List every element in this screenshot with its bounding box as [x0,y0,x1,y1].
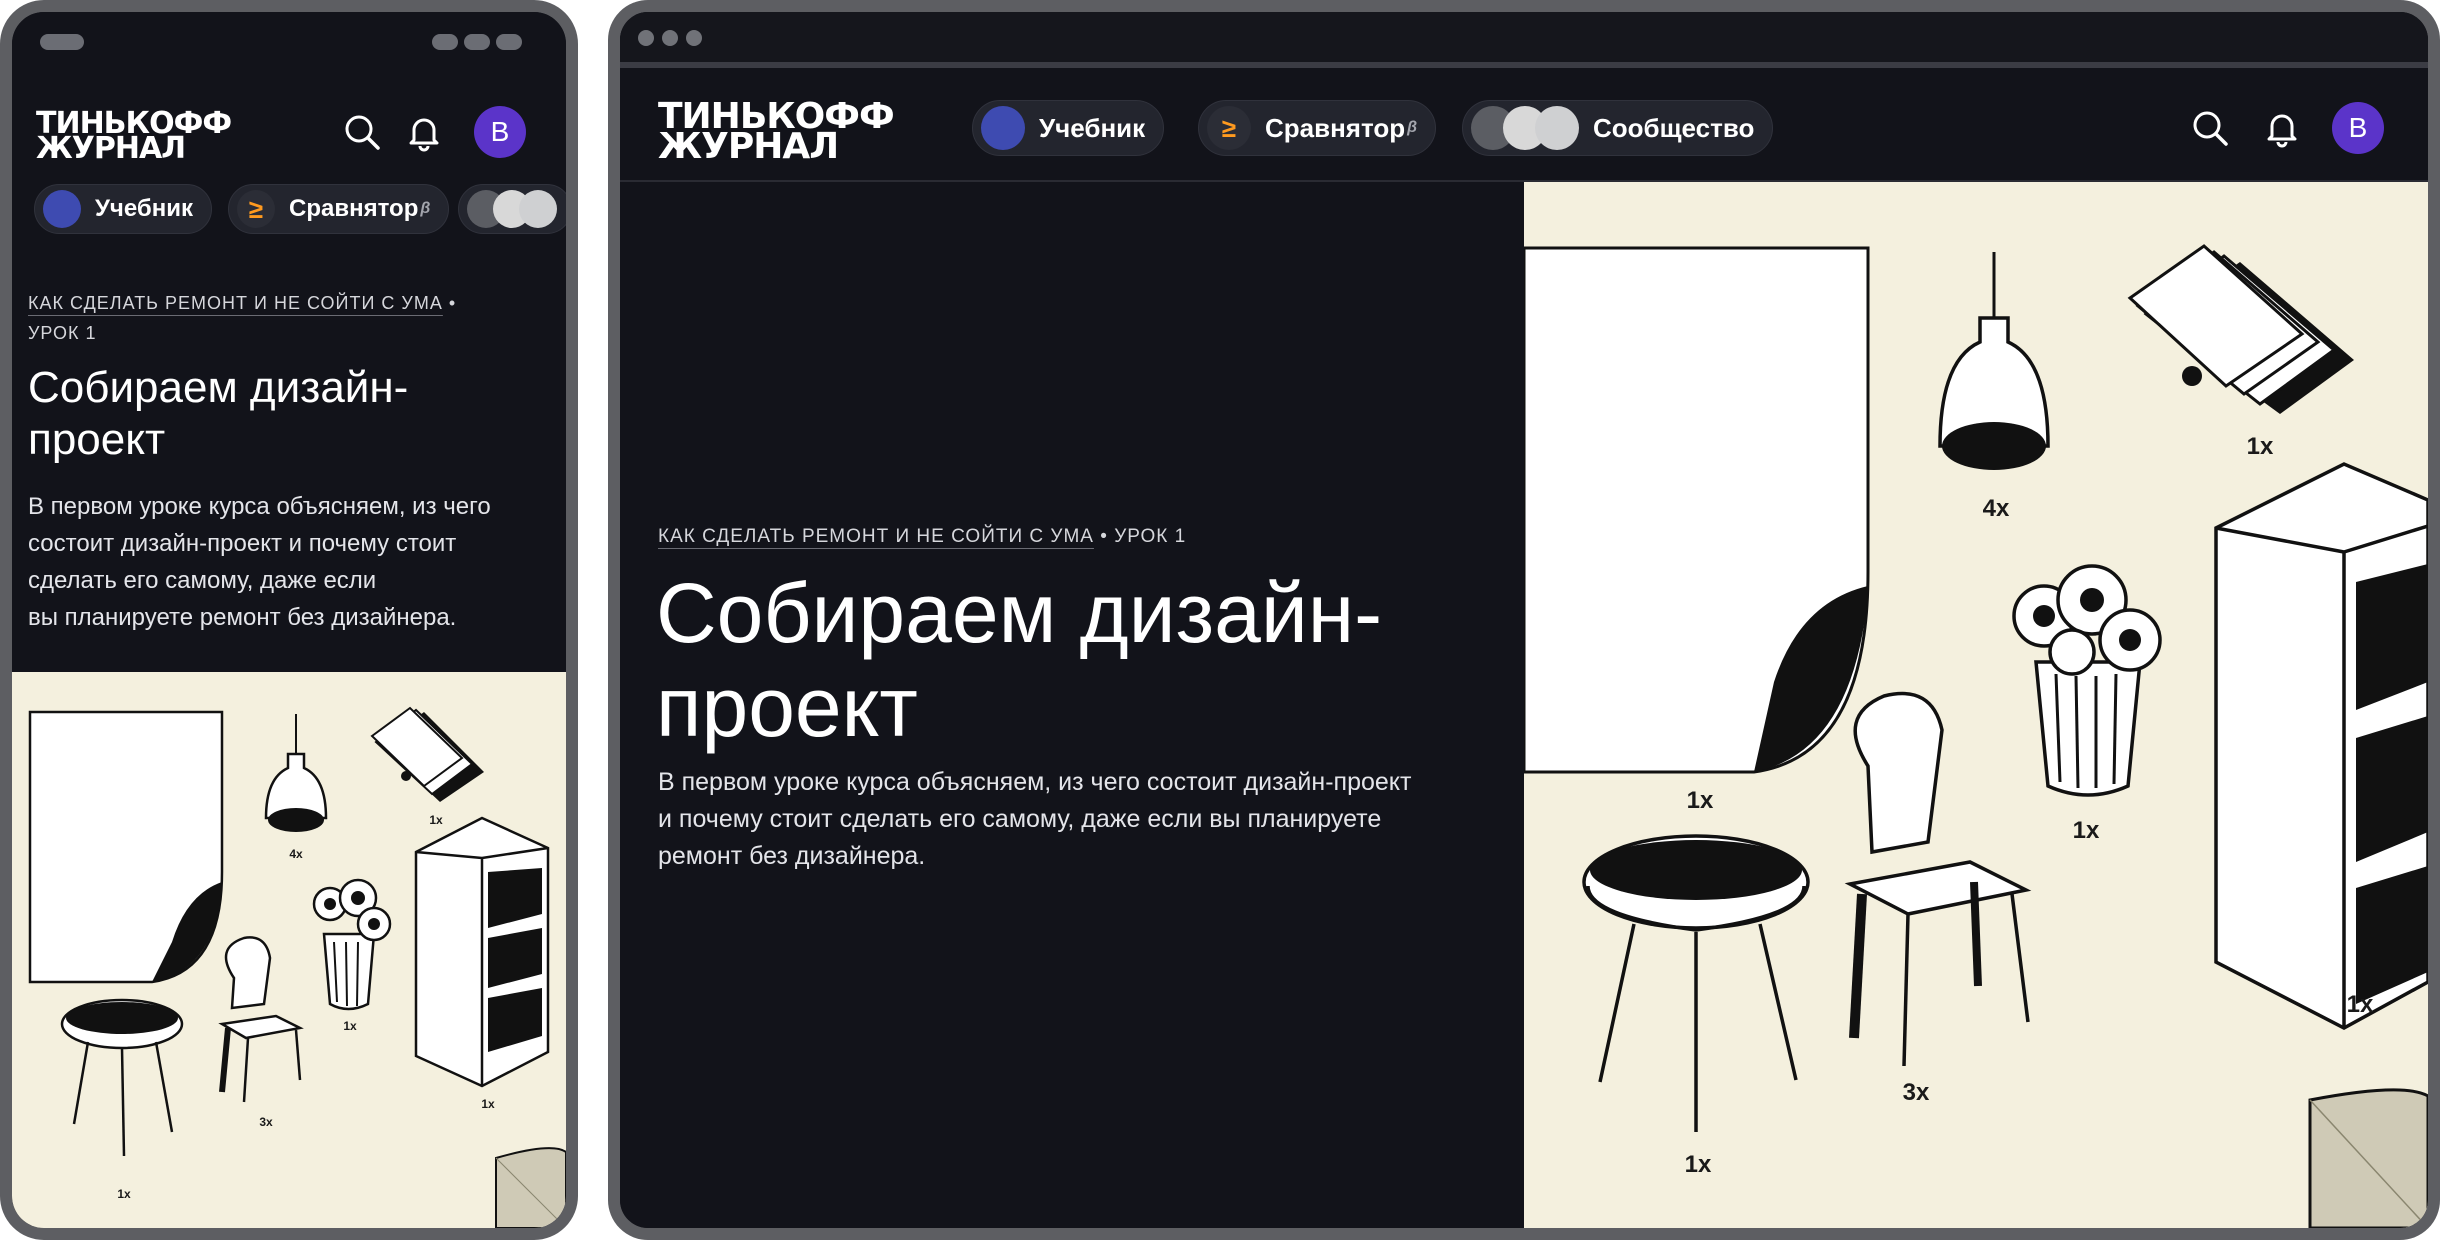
beta-badge: β [420,200,431,217]
page-curl-drawing [2308,1088,2428,1228]
round-table-drawing [1582,834,1810,1132]
color-swatches-drawing [370,706,484,802]
nav-chip-community[interactable] [458,184,566,234]
kicker-separator: • [448,293,457,313]
nav-chip-label: Сообщество [1593,112,1755,143]
round-table-drawing [60,998,184,1157]
chair-drawing [218,936,304,1103]
plant-quantity: 1x [343,1019,357,1033]
nav-chip-textbook[interactable]: Учебник [34,184,212,234]
browser-toolbar-line [620,62,2428,68]
article-kicker: КАК СДЕЛАТЬ РЕМОНТ И НЕ СОЙТИ С УМА • УР… [28,288,528,348]
nav-chip-comparator[interactable]: ≥ Сравнятор β [228,184,450,234]
user-avatar[interactable]: В [474,106,526,158]
lead-line: состоит дизайн-проект и почему стоит [28,530,457,557]
lamp-quantity: 4x [1983,495,2010,522]
chair-quantity: 3x [1903,1079,1930,1106]
comparator-icon: ≥ [237,190,275,228]
article-illustration: 1x 4x 1x [12,672,566,1228]
mobile-screen: ТИНЬКОФФ ЖУРНАЛ В Учебник ≥ Сравнятор β … [12,12,566,1228]
kicker-separator: • [1100,526,1108,547]
bell-icon[interactable] [2262,108,2302,148]
course-link[interactable]: КАК СДЕЛАТЬ РЕМОНТ И НЕ СОЙТИ С УМА [28,293,443,313]
textbook-icon [981,106,1025,150]
title-line: проект [656,660,918,754]
lesson-label: УРОК 1 [1114,526,1187,547]
title-line: проект [28,415,166,464]
article-title: Собираем дизайн- проект [28,362,408,466]
status-indicator [432,34,458,50]
logo[interactable]: ТИНЬКОФФ ЖУРНАЛ [36,109,232,163]
bookshelf-drawing [414,816,550,1088]
article-lead: В первом уроке курса объясняем, из чего … [658,764,1411,875]
window-dot[interactable] [662,30,678,46]
textbook-icon [43,190,81,228]
plant-quantity: 1x [2073,817,2100,844]
lead-line: В первом уроке курса объясняем, из чего [28,493,491,520]
community-avatar [519,190,557,228]
nav-chip-community[interactable]: Сообщество [1462,100,1774,156]
mobile-device-frame: ТИНЬКОФФ ЖУРНАЛ В Учебник ≥ Сравнятор β … [0,0,578,1240]
lead-line: В первом уроке курса объясняем, из чего … [658,768,1412,796]
mobile-status-bar [12,12,566,72]
status-indicator [496,34,522,50]
logo[interactable]: ТИНЬКОФФ ЖУРНАЛ [658,99,895,164]
status-notch-left [40,34,84,50]
course-link[interactable]: КАК СДЕЛАТЬ РЕМОНТ И НЕ СОЙТИ С УМА [658,526,1094,547]
color-swatches-drawing [2127,244,2354,414]
browser-chrome [620,12,2428,68]
window-dot[interactable] [686,30,702,46]
nav-chip-label: Сравнятор [1265,112,1406,143]
beta-badge: β [1407,119,1418,136]
lead-line: и почему стоит сделать его самому, даже … [658,805,1382,833]
table-quantity: 1x [1685,1151,1712,1178]
chair-drawing [1844,691,2032,1067]
page-curl-drawing [495,1147,566,1228]
lamp-quantity: 4x [289,847,303,861]
user-avatar[interactable]: В [2332,102,2384,154]
potted-plant-drawing [2012,564,2162,797]
shelf-quantity: 1x [481,1097,495,1111]
nav-chip-comparator[interactable]: ≥ Сравнятор β [1198,100,1437,156]
swatches-quantity: 1x [429,813,443,827]
shelf-quantity: 1x [2347,991,2374,1018]
window-dot[interactable] [638,30,654,46]
article-title: Собираем дизайн- проект [656,566,1382,754]
nav-chip-textbook[interactable]: Учебник [972,100,1165,156]
nav-chip-label: Учебник [95,195,193,222]
lead-line: вы планируете ремонт без дизайнера. [28,604,457,631]
chair-quantity: 3x [259,1115,273,1129]
paper-quantity: 1x [1687,787,1714,814]
paper-sheet-drawing [1524,246,1870,774]
pendant-lamp-drawing [264,714,328,832]
article-kicker: КАК СДЕЛАТЬ РЕМОНТ И НЕ СОЙТИ С УМА • УР… [658,522,1186,552]
article-illustration: 1x 4x 1x [1524,182,2428,1228]
nav-chip-label: Учебник [1039,112,1146,143]
community-avatar [1535,106,1579,150]
pendant-lamp-drawing [1938,252,2050,470]
title-line: Собираем дизайн- [656,566,1383,660]
lesson-label: УРОК 1 [28,323,97,343]
nav-chip-label: Сравнятор [289,195,419,222]
comparator-icon: ≥ [1207,106,1251,150]
bell-icon[interactable] [404,112,444,152]
lead-line: сделать его самому, даже если [28,567,377,594]
article-lead: В первом уроке курса объясняем, из чего … [28,488,491,636]
search-icon[interactable] [342,112,382,152]
lead-line: ремонт без дизайнера. [658,842,926,870]
search-icon[interactable] [2190,108,2230,148]
desktop-screen: ТИНЬКОФФ ЖУРНАЛ Учебник ≥ Сравнятор β Со… [620,12,2428,1228]
paper-sheet-drawing [28,710,224,984]
status-indicator [464,34,490,50]
title-line: Собираем дизайн- [28,363,409,412]
potted-plant-drawing [312,878,392,1011]
table-quantity: 1x [117,1187,131,1201]
swatches-quantity: 1x [2247,433,2274,460]
desktop-device-frame: ТИНЬКОФФ ЖУРНАЛ Учебник ≥ Сравнятор β Со… [608,0,2440,1240]
bookshelf-drawing [2214,462,2428,1030]
